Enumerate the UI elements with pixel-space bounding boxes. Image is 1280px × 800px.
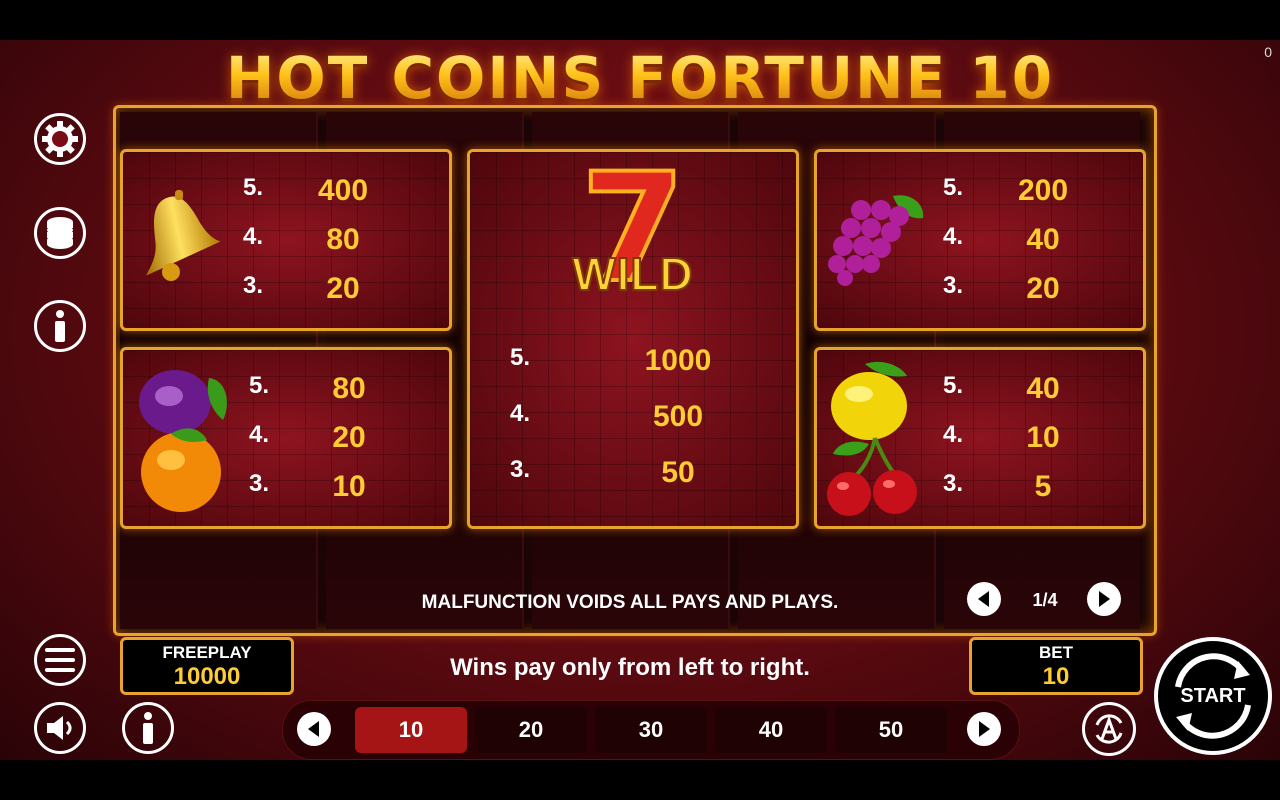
start-button[interactable]: START	[1154, 637, 1272, 755]
symbol-count: 4.	[510, 400, 531, 427]
bet-option[interactable]: 30	[595, 707, 707, 753]
symbol-count: 4.	[243, 223, 264, 250]
pay-value: 20	[1026, 272, 1060, 305]
pay-value: 400	[317, 174, 369, 207]
pay-row: 5. 1000	[510, 344, 770, 384]
pay-value: 80	[326, 223, 360, 256]
speaker-icon	[47, 716, 72, 740]
info-button[interactable]	[34, 300, 86, 352]
next-page-button[interactable]	[1087, 582, 1121, 616]
paytable-panel-grapes: 5. 200 4. 40 3. 20	[814, 149, 1146, 331]
freeplay-box: FREEPLAY 10000	[120, 637, 294, 695]
symbol-count: 4.	[249, 421, 270, 448]
bet-box: BET 10	[969, 637, 1143, 695]
symbol-count: 5.	[510, 344, 531, 371]
pay-value: 40	[1026, 372, 1060, 405]
pay-value: 5	[1034, 470, 1052, 503]
pay-value: 20	[326, 272, 360, 305]
menu-button[interactable]	[34, 634, 86, 686]
autoplay-icon	[1095, 714, 1123, 744]
symbol-count: 5.	[249, 372, 270, 399]
symbol-count: 3.	[943, 272, 964, 299]
malfunction-notice: MALFUNCTION VOIDS ALL PAYS AND PLAYS.	[421, 592, 839, 613]
symbol-count: 3.	[510, 456, 531, 483]
pay-row: 5. 80	[249, 372, 449, 412]
pay-row: 4. 10	[943, 421, 1143, 461]
pay-value: 80	[332, 372, 366, 405]
freeplay-label: FREEPLAY	[162, 643, 252, 662]
info-icon	[143, 712, 153, 744]
bet-selector: 10 20 30 40 50	[282, 700, 1020, 760]
bet-value: 10	[1042, 663, 1070, 690]
pay-row: 5. 400	[243, 174, 443, 214]
paytable-panel-lemon-cherry: 5. 40 4. 10 3. 5	[814, 347, 1146, 529]
paytable-panel-wild: 7 WILD 5. 1000 4. 500 3. 50	[467, 142, 799, 529]
symbol-count: 4.	[943, 421, 964, 448]
lemon-cherry-icon	[827, 361, 917, 516]
pay-row: 3. 10	[249, 470, 449, 510]
bet-option[interactable]: 50	[835, 707, 947, 753]
symbol-count: 5.	[943, 174, 964, 201]
chevron-right-icon	[979, 721, 990, 737]
grapes-icon	[828, 195, 924, 286]
bet-decrease-button[interactable]	[297, 712, 331, 746]
pay-value: 500	[652, 400, 704, 433]
coins-button[interactable]	[34, 207, 86, 259]
pay-value: 50	[661, 456, 695, 489]
symbol-count: 3.	[249, 470, 270, 497]
pay-row: 4. 20	[249, 421, 449, 461]
gear-icon	[42, 121, 78, 157]
paytable-panel-bell: 5. 400 4. 80 3. 20	[120, 149, 452, 331]
pay-row: 3. 5	[943, 470, 1143, 510]
symbol-count: 3.	[243, 272, 264, 299]
pay-row: 4. 80	[243, 223, 443, 263]
symbol-count: 3.	[943, 470, 964, 497]
bet-option[interactable]: 40	[715, 707, 827, 753]
game-info-button[interactable]	[122, 702, 174, 754]
pay-value: 1000	[644, 344, 712, 377]
paytable-panel-plum-orange: 5. 80 4. 20 3. 10	[120, 347, 452, 529]
chevron-left-icon	[308, 721, 319, 737]
symbol-count: 5.	[943, 372, 964, 399]
symbol-count: 4.	[943, 223, 964, 250]
settings-button[interactable]	[34, 113, 86, 165]
start-label: START	[1180, 684, 1246, 707]
pay-row: 3. 50	[510, 456, 770, 496]
page-indicator: 1/4	[1032, 590, 1058, 610]
symbol-count: 5.	[243, 174, 264, 201]
win-direction-hint: Wins pay only from left to right.	[450, 654, 810, 681]
pay-row: 5. 40	[943, 372, 1143, 412]
bet-increase-button[interactable]	[967, 712, 1001, 746]
game-title: HOT COINS FORTUNE 10	[0, 44, 1280, 112]
pay-row: 4. 40	[943, 223, 1143, 263]
pay-value: 200	[1017, 174, 1069, 207]
pay-row: 3. 20	[243, 272, 443, 312]
bet-option[interactable]: 10	[355, 707, 467, 753]
chevron-left-icon	[978, 591, 989, 607]
pay-row: 3. 20	[943, 272, 1143, 312]
autoplay-button[interactable]	[1082, 702, 1136, 756]
prev-page-button[interactable]	[967, 582, 1001, 616]
bell-icon	[146, 190, 221, 281]
wild-label: WILD	[571, 247, 694, 301]
freeplay-value: 10000	[173, 663, 241, 690]
hamburger-icon	[45, 648, 75, 672]
coin-stack-icon	[47, 217, 73, 249]
pay-row: 4. 500	[510, 400, 770, 440]
pay-row: 5. 200	[943, 174, 1143, 214]
plum-orange-icon	[139, 370, 227, 512]
info-icon	[55, 310, 65, 342]
bet-label: BET	[1039, 643, 1073, 662]
pay-value: 10	[332, 470, 366, 503]
pay-value: 40	[1026, 223, 1060, 256]
pay-value: 10	[1026, 421, 1060, 454]
sound-button[interactable]	[34, 702, 86, 754]
chevron-right-icon	[1099, 591, 1110, 607]
bet-option[interactable]: 20	[475, 707, 587, 753]
pay-value: 20	[332, 421, 366, 454]
